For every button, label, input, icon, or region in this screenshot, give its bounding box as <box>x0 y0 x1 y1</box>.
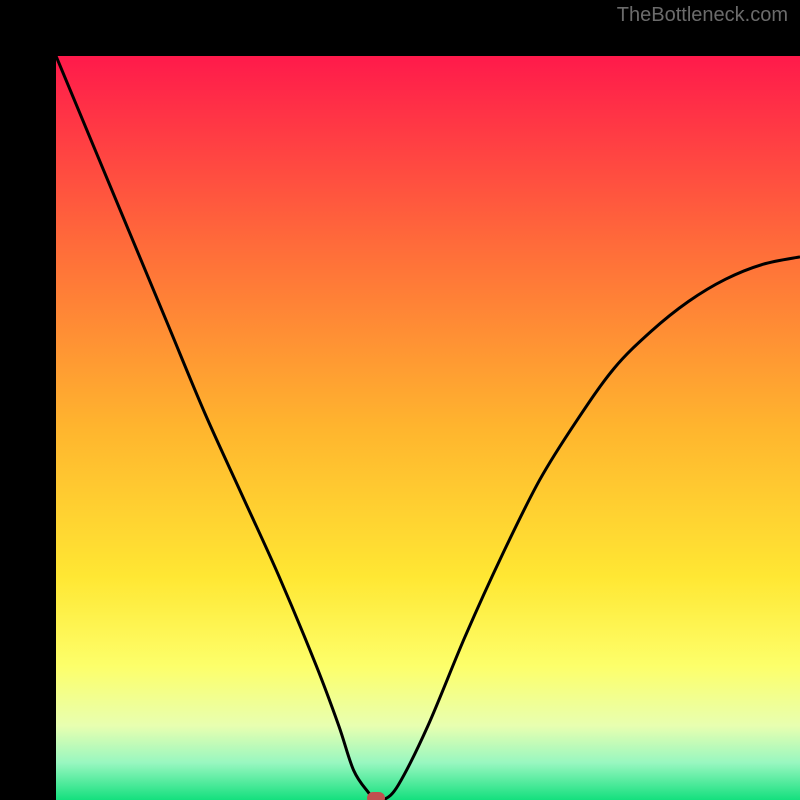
optimal-point-marker <box>367 792 385 800</box>
watermark-text: TheBottleneck.com <box>617 4 788 27</box>
chart-frame <box>0 0 800 800</box>
curve-svg <box>56 56 800 800</box>
bottleneck-curve <box>56 56 800 800</box>
plot-area <box>56 56 800 800</box>
